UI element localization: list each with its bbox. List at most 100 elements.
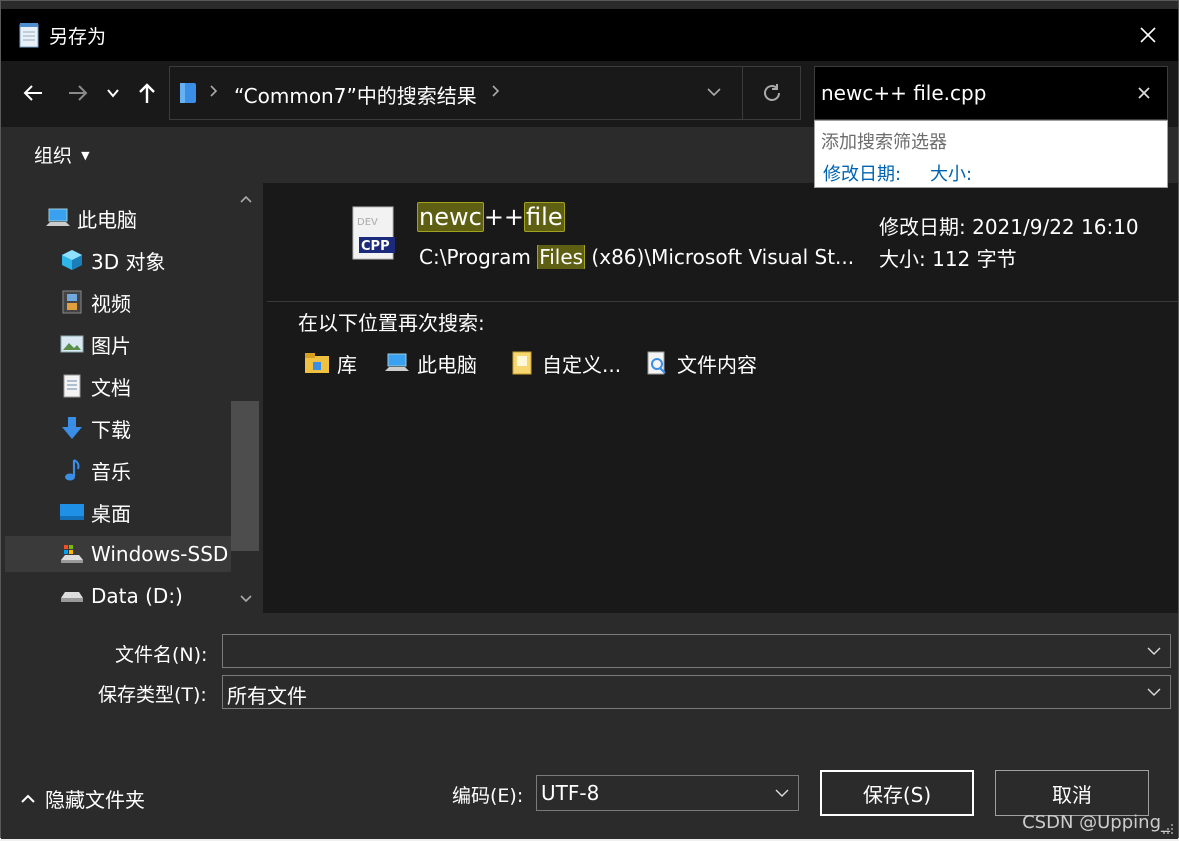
hide-folders-toggle[interactable]: 隐藏文件夹 bbox=[19, 784, 145, 813]
title-bar: 另存为 bbox=[1, 9, 1178, 61]
nav-item-label: 此电脑 bbox=[77, 207, 137, 232]
file-search-icon bbox=[643, 349, 671, 377]
refresh-icon bbox=[764, 84, 780, 101]
notepad-icon bbox=[17, 22, 41, 48]
search-again-file-contents[interactable]: 文件内容 bbox=[643, 347, 757, 379]
scroll-down-button[interactable] bbox=[237, 589, 255, 607]
location-label: 自定义... bbox=[542, 352, 622, 377]
search-again-this-pc[interactable]: 此电脑 bbox=[383, 347, 477, 379]
path-text: (x86)\Microsoft Visual St... bbox=[585, 245, 855, 269]
search-box[interactable] bbox=[814, 66, 1168, 120]
organize-menu[interactable]: 组织 ▼ bbox=[34, 141, 90, 168]
breadcrumb[interactable]: “Common7”中的搜索结果 bbox=[234, 80, 477, 109]
encoding-select[interactable]: UTF-8 bbox=[536, 775, 799, 811]
search-input[interactable] bbox=[821, 79, 1121, 107]
resize-grip-icon[interactable] bbox=[1162, 823, 1174, 835]
chevron-up-icon bbox=[240, 195, 252, 203]
chevron-down-icon bbox=[775, 789, 789, 797]
filetype-label: 保存类型(T): bbox=[98, 684, 207, 706]
nav-item-3d-objects[interactable]: 3D 对象 bbox=[59, 242, 165, 278]
nav-item-label: 文档 bbox=[91, 375, 131, 400]
breadcrumb-chevron-icon bbox=[208, 81, 220, 105]
breadcrumb-chevron-icon bbox=[490, 81, 502, 105]
match-highlight: newc bbox=[417, 202, 484, 232]
chevron-up-icon bbox=[21, 794, 35, 803]
path-text: C:\Program bbox=[419, 245, 538, 269]
drive-icon bbox=[59, 541, 85, 567]
computer-icon bbox=[45, 205, 71, 231]
arrow-right-icon bbox=[69, 85, 88, 101]
chevron-down-icon bbox=[1147, 688, 1161, 696]
cancel-button[interactable]: 取消 bbox=[995, 770, 1149, 816]
scroll-up-button[interactable] bbox=[237, 191, 255, 209]
cpp-file-icon: DEV CPP bbox=[351, 205, 397, 261]
chevron-down-icon bbox=[707, 88, 721, 97]
nav-item-pictures[interactable]: 图片 bbox=[59, 326, 131, 362]
filetype-value: 所有文件 bbox=[227, 684, 307, 708]
nav-item-label: 桌面 bbox=[91, 501, 131, 526]
save-button[interactable]: 保存(S) bbox=[820, 770, 974, 816]
filename-combobox[interactable] bbox=[222, 634, 1171, 668]
nav-item-desktop[interactable]: 桌面 bbox=[59, 494, 131, 530]
nav-item-label: Data (D:) bbox=[91, 584, 183, 608]
dialog-title: 另存为 bbox=[49, 26, 107, 48]
back-button[interactable] bbox=[19, 79, 47, 107]
scroll-thumb[interactable] bbox=[231, 401, 259, 551]
filter-size[interactable]: 大小: bbox=[930, 160, 972, 186]
nav-item-label: 3D 对象 bbox=[91, 249, 166, 274]
chevron-down-icon bbox=[107, 89, 119, 98]
nav-item-label: 下载 bbox=[91, 417, 131, 442]
nav-item-this-pc[interactable]: 此电脑 bbox=[45, 200, 137, 236]
close-icon bbox=[1138, 87, 1150, 99]
search-again-libraries[interactable]: 库 bbox=[303, 347, 357, 379]
result-file-name[interactable]: newc++file bbox=[417, 202, 565, 232]
location-label: 文件内容 bbox=[677, 352, 757, 377]
arrow-left-icon bbox=[23, 85, 42, 101]
search-filter-title: 添加搜索筛选器 bbox=[821, 132, 947, 153]
chevron-down-icon[interactable] bbox=[1146, 643, 1162, 659]
watermark: CSDN @Upping_ bbox=[1022, 812, 1170, 833]
address-dropdown-button[interactable] bbox=[706, 84, 722, 104]
music-note-icon bbox=[59, 457, 85, 483]
filter-date-modified[interactable]: 修改日期: bbox=[823, 160, 901, 186]
caret-down-icon: ▼ bbox=[81, 149, 90, 162]
address-bar[interactable]: “Common7”中的搜索结果 bbox=[169, 66, 801, 120]
nav-item-label: 视频 bbox=[91, 291, 131, 316]
nav-item-downloads[interactable]: 下载 bbox=[59, 410, 131, 446]
navigation-scrollbar[interactable] bbox=[231, 183, 263, 613]
cpp-icon-label: CPP bbox=[361, 239, 390, 254]
up-button[interactable] bbox=[133, 79, 161, 107]
forward-button[interactable] bbox=[64, 79, 92, 107]
nav-item-music[interactable]: 音乐 bbox=[59, 452, 131, 488]
close-button[interactable] bbox=[1132, 19, 1164, 51]
result-file-path: C:\Program Files (x86)\Microsoft Visual … bbox=[419, 245, 859, 269]
clear-search-button[interactable] bbox=[1133, 82, 1155, 104]
filetype-select[interactable]: 所有文件 bbox=[222, 675, 1171, 709]
close-icon bbox=[1140, 27, 1156, 43]
recent-locations-button[interactable] bbox=[99, 79, 127, 107]
nav-item-documents[interactable]: 文档 bbox=[59, 368, 131, 404]
filename-label: 文件名(N): bbox=[115, 644, 208, 666]
save-options-panel: 文件名(N): 保存类型(T): 所有文件 隐藏文件夹 编码(E): UTF-8… bbox=[1, 613, 1178, 839]
location-label: 库 bbox=[337, 352, 357, 377]
arrow-up-icon bbox=[139, 83, 155, 103]
nav-item-label: 音乐 bbox=[91, 459, 131, 484]
nav-item-videos[interactable]: 视频 bbox=[59, 284, 131, 320]
organize-label: 组织 bbox=[34, 145, 73, 167]
chevron-down-icon bbox=[240, 595, 252, 603]
location-label: 此电脑 bbox=[417, 352, 477, 377]
nav-item-windows-ssd[interactable]: Windows-SSD bbox=[5, 536, 231, 572]
search-results-icon bbox=[178, 81, 198, 109]
match-highlight: file bbox=[524, 202, 565, 232]
computer-icon bbox=[383, 349, 411, 377]
drive-icon bbox=[59, 583, 85, 609]
search-filter-popup: 添加搜索筛选器 修改日期: 大小: bbox=[814, 120, 1168, 188]
nav-item-data-drive[interactable]: Data (D:) bbox=[59, 578, 183, 614]
encoding-value: UTF-8 bbox=[541, 781, 600, 805]
refresh-button[interactable] bbox=[760, 81, 784, 109]
search-again-custom[interactable]: 自定义... bbox=[508, 347, 621, 379]
filename-input[interactable] bbox=[227, 638, 1127, 664]
navigation-pane: 此电脑 3D 对象 视频 图片 文档 下载 音乐 桌面 Windows-SSD … bbox=[1, 183, 263, 613]
result-modified-date: 修改日期: 2021/9/22 16:10 bbox=[879, 215, 1139, 239]
divider bbox=[742, 67, 743, 119]
